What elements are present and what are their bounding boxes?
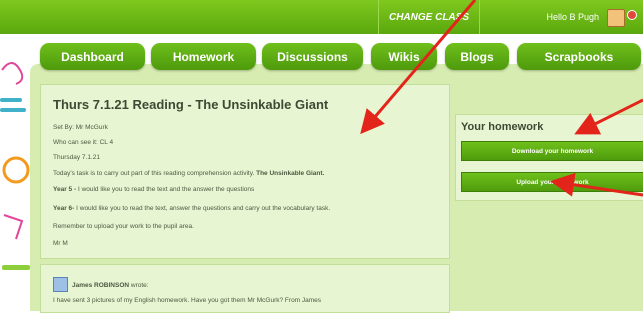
nav-tab-discussions[interactable]: Discussions — [262, 43, 363, 70]
post-set-by: Set By: Mr McGurk — [53, 124, 108, 131]
comment-author: James ROBINSON wrote: — [72, 282, 149, 289]
nav-tab-blogs[interactable]: Blogs — [445, 43, 509, 70]
nav-tab-wikis[interactable]: Wikis — [371, 43, 437, 70]
post-task: Today's task is to carry out part of thi… — [53, 170, 324, 177]
year5-text: I would like you to read the text and th… — [77, 186, 255, 193]
nav-tab-homework[interactable]: Homework — [151, 43, 256, 70]
post-reminder: Remember to upload your work to the pupi… — [53, 223, 194, 230]
user-avatar-icon[interactable] — [607, 9, 625, 27]
year5-label: Year 5 - — [53, 186, 77, 193]
year6-label: Year 6- — [53, 205, 75, 212]
post-year6: Year 6- I would like you to read the tex… — [53, 205, 330, 212]
year6-text: I would like you to read the text, answe… — [76, 205, 331, 212]
change-class-link[interactable]: CHANGE CLASS — [378, 0, 480, 34]
nav-tab-scrapbooks[interactable]: Scrapbooks — [517, 43, 641, 70]
user-greeting: Hello B Pugh — [546, 12, 599, 22]
post-year5: Year 5 - I would like you to read the te… — [53, 186, 254, 193]
post-signoff: Mr M — [53, 240, 68, 247]
upload-homework-button[interactable]: Upload your homework — [461, 172, 643, 192]
post-task-bold: The Unsinkable Giant. — [256, 170, 325, 177]
comment-author-name: James ROBINSON — [72, 282, 130, 289]
post-visibility: Who can see it: CL 4 — [53, 139, 114, 146]
logout-icon[interactable] — [627, 10, 637, 20]
comment-wrote: wrote: — [130, 282, 149, 289]
sidebar-title: Your homework — [461, 121, 544, 133]
post-task-text: Today's task is to carry out part of thi… — [53, 170, 255, 177]
post-date: Thursday 7.1.21 — [53, 154, 100, 161]
nav-tab-dashboard[interactable]: Dashboard — [40, 43, 145, 70]
commenter-avatar-icon — [53, 277, 68, 292]
comment-text: I have sent 3 pictures of my English hom… — [53, 297, 322, 304]
post-title: Thurs 7.1.21 Reading - The Unsinkable Gi… — [53, 97, 329, 112]
download-homework-button[interactable]: Download your homework — [461, 141, 643, 161]
